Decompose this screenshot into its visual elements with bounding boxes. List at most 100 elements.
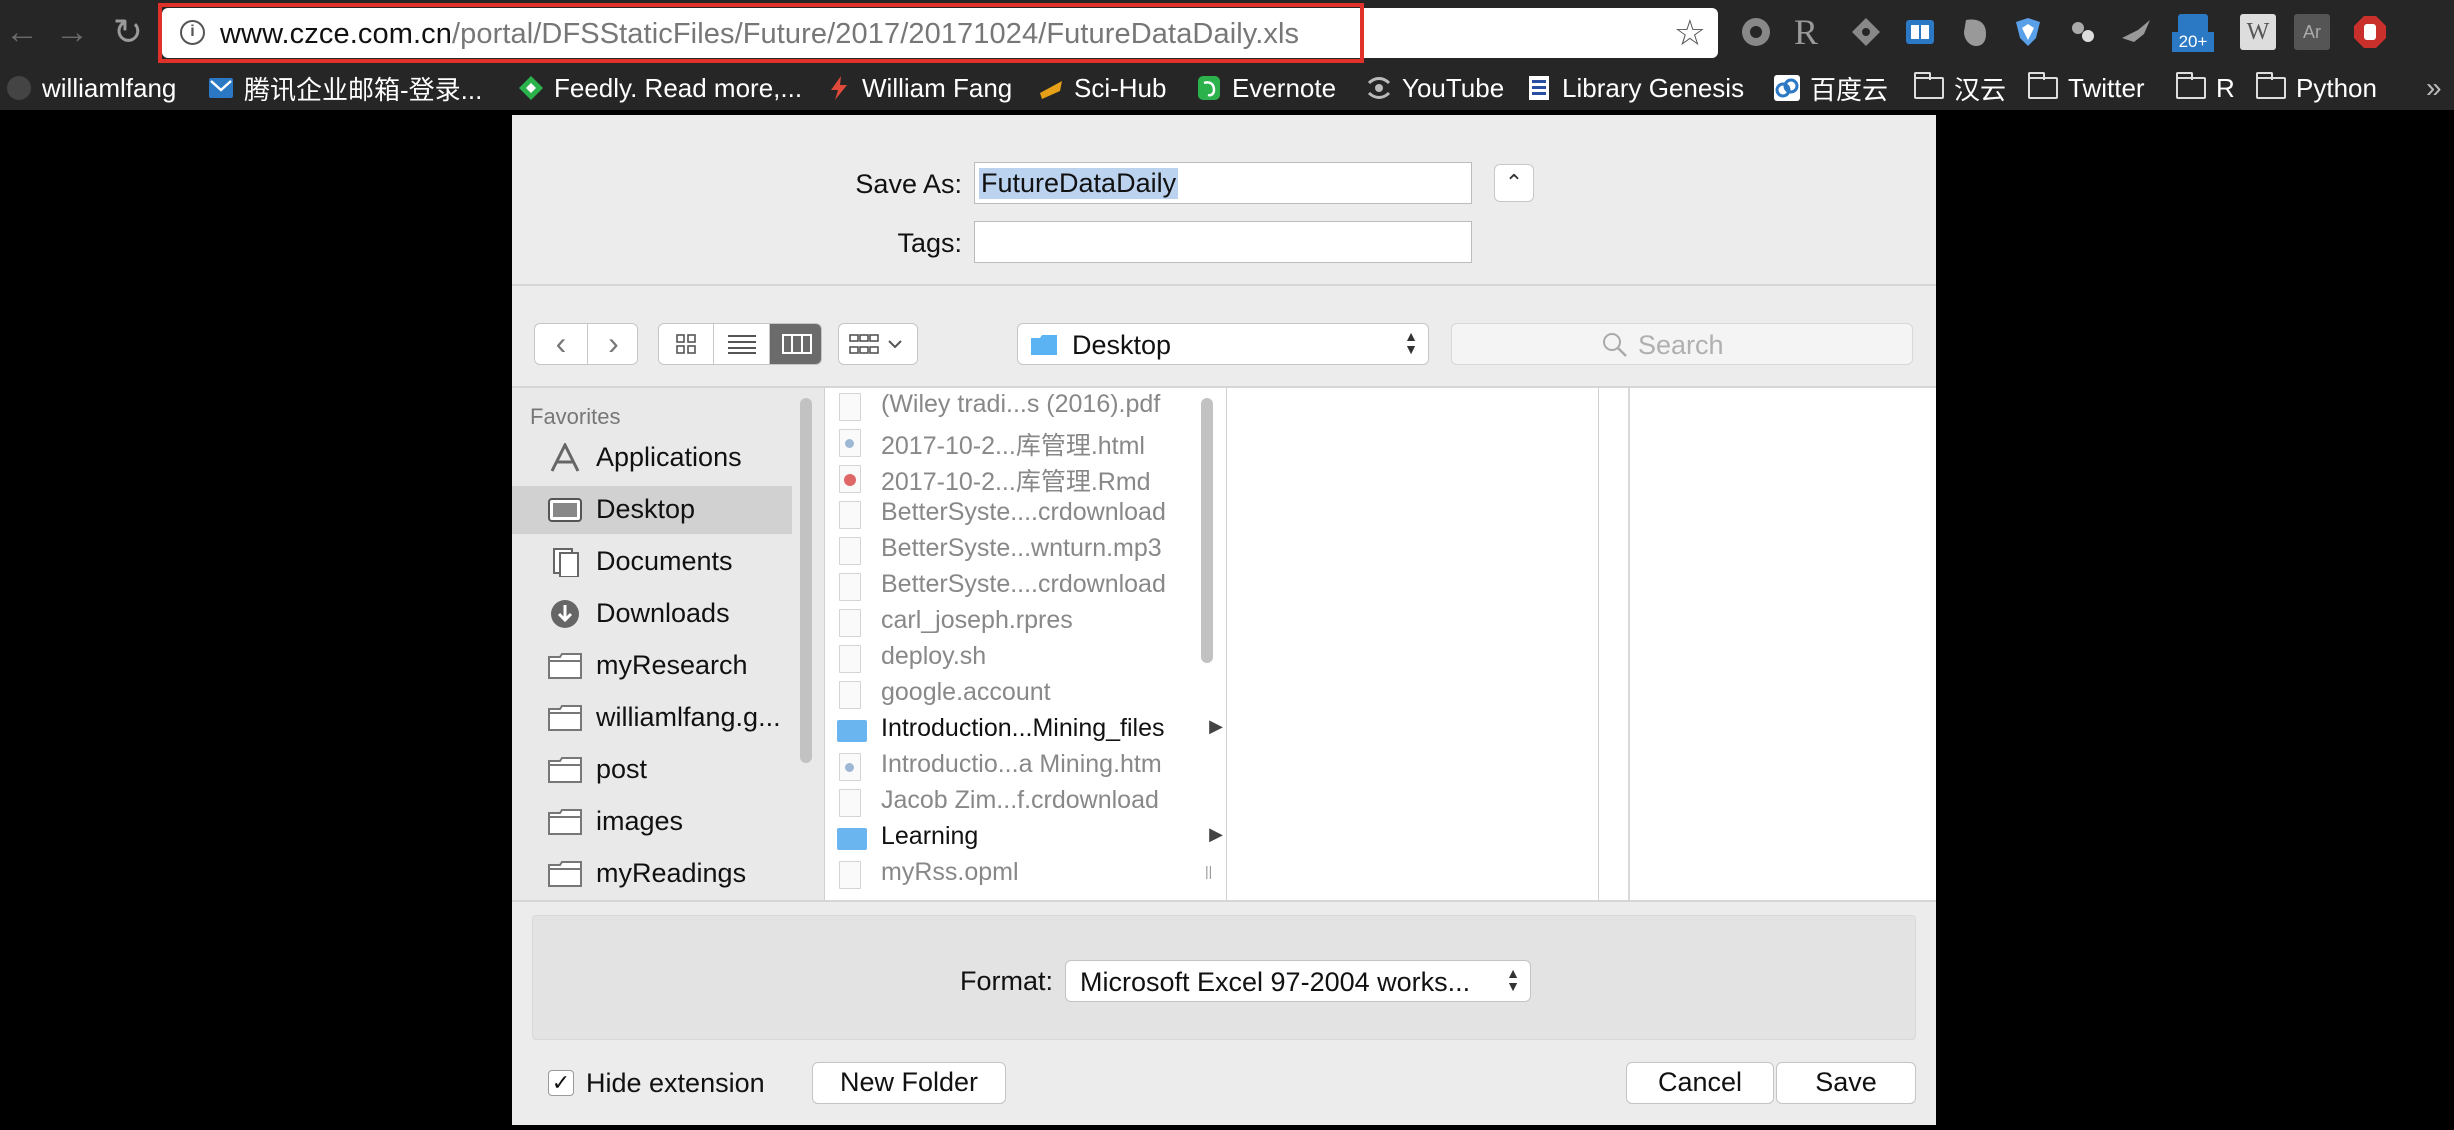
divider xyxy=(512,900,1936,902)
sidebar-item-desktop[interactable]: Desktop xyxy=(512,486,792,534)
file-name: 2017-10-2...库管理.html xyxy=(881,432,1145,460)
desktop-folder-icon xyxy=(1031,335,1057,355)
address-bar[interactable]: i www.czce.com.cn/portal/DFSStaticFiles/… xyxy=(162,8,1718,58)
sidebar-scrollbar[interactable] xyxy=(800,398,812,763)
extension-book-icon[interactable] xyxy=(1902,14,1938,50)
forward-icon[interactable]: → xyxy=(52,12,92,52)
bookmark-youtube[interactable]: YouTube xyxy=(1366,66,1504,110)
bookmark-william-fang[interactable]: William Fang xyxy=(826,66,1012,110)
column-resize-handle[interactable]: || xyxy=(1205,863,1212,879)
sidebar-item-myreadings[interactable]: myReadings xyxy=(512,850,792,898)
file-item[interactable]: (Wiley tradi...s (2016).pdf xyxy=(825,388,1205,424)
extension-r-icon[interactable]: R xyxy=(1794,14,1830,50)
save-as-label: Save As: xyxy=(855,169,962,199)
extension-people-icon[interactable] xyxy=(2064,14,2100,50)
pdf-file-icon xyxy=(839,393,861,421)
url-text[interactable]: www.czce.com.cn/portal/DFSStaticFiles/Fu… xyxy=(220,18,1299,51)
file-item[interactable]: deploy.sh xyxy=(825,640,1205,676)
bookmarks-overflow-chevron[interactable]: » xyxy=(2426,66,2442,110)
extension-badge-icon[interactable]: 20+ xyxy=(2172,14,2214,52)
sidebar-item-myresearch[interactable]: myResearch xyxy=(512,642,792,690)
bookmark-baidu-yun[interactable]: 百度云 xyxy=(1774,66,1888,110)
file-name: Jacob Zim...f.crdownload xyxy=(881,786,1159,814)
bookmark-tencent-mail[interactable]: 腾讯企业邮箱-登录... xyxy=(208,66,482,110)
column-view-icon[interactable] xyxy=(769,324,821,364)
file-column-scrollbar[interactable] xyxy=(1201,398,1213,663)
bookmark-williamlfang[interactable]: williamlfang xyxy=(6,66,176,110)
bookmark-label: Sci-Hub xyxy=(1074,72,1167,103)
folder-item[interactable]: Learning ▶ xyxy=(825,820,1223,856)
cancel-button[interactable]: Cancel xyxy=(1626,1062,1774,1104)
bookmark-feedly[interactable]: Feedly. Read more,... xyxy=(518,66,802,110)
extension-ar-icon[interactable]: Ar xyxy=(2294,14,2330,50)
script-file-icon xyxy=(839,645,861,673)
sidebar-item-images[interactable]: images xyxy=(512,798,792,846)
file-item[interactable]: BetterSyste....crdownload xyxy=(825,496,1205,532)
document-file-icon xyxy=(839,789,861,817)
view-mode-control xyxy=(658,323,822,365)
group-by-button[interactable] xyxy=(838,323,918,365)
applications-icon xyxy=(550,443,580,472)
adblock-extension-icon[interactable] xyxy=(2352,14,2388,50)
bookmark-star-icon[interactable]: ☆ xyxy=(1674,14,1706,52)
evernote-extension-icon[interactable] xyxy=(1956,14,1992,50)
bookmark-label: Twitter xyxy=(2068,72,2145,103)
hide-extension-checkbox[interactable]: ✓ xyxy=(548,1070,574,1096)
format-popup[interactable]: Microsoft Excel 97-2004 works... ▲ ▼ xyxy=(1065,960,1531,1002)
file-column-empty xyxy=(1226,388,1598,900)
folder-icon xyxy=(1913,72,1944,99)
sidebar-item-label: Desktop xyxy=(596,494,696,524)
back-icon[interactable]: ← xyxy=(2,12,42,52)
extension-bird-icon[interactable] xyxy=(2118,14,2154,50)
collapse-dialog-button[interactable]: ⌃ xyxy=(1494,164,1534,202)
file-name: Introduction...Mining_files xyxy=(881,714,1165,742)
file-item[interactable]: 2017-10-2...库管理.Rmd xyxy=(825,460,1205,496)
bookmark-library-genesis[interactable]: Library Genesis xyxy=(1526,66,1744,110)
extension-tag-icon[interactable] xyxy=(1848,14,1884,50)
bookmark-folder-twitter[interactable]: Twitter xyxy=(2027,66,2145,110)
folder-icon xyxy=(2175,72,2206,99)
bookmark-folder-hanyun[interactable]: 汉云 xyxy=(1913,66,2006,110)
bookmark-folder-r[interactable]: R xyxy=(2175,66,2235,110)
list-view-icon[interactable] xyxy=(713,324,769,364)
bookmark-sci-hub[interactable]: Sci-Hub xyxy=(1038,66,1166,110)
sidebar-item-applications[interactable]: Applications xyxy=(512,434,792,482)
file-item[interactable]: BetterSyste....crdownload xyxy=(825,568,1205,604)
hide-extension-label[interactable]: Hide extension xyxy=(586,1068,765,1099)
file-item[interactable]: Introductio...a Mining.htm xyxy=(825,748,1205,784)
url-path: /portal/DFSStaticFiles/Future/2017/20171… xyxy=(451,18,1300,50)
file-item[interactable]: BetterSyste...wnturn.mp3 xyxy=(825,532,1205,568)
sidebar-item-documents[interactable]: Documents xyxy=(512,538,792,586)
sidebar-item-williamlfang[interactable]: williamlfang.g... xyxy=(512,694,792,742)
file-item[interactable]: Jacob Zim...f.crdownload xyxy=(825,784,1205,820)
file-name: Learning xyxy=(881,822,979,850)
sidebar-item-post[interactable]: post xyxy=(512,746,792,794)
file-item[interactable]: myRss.opml xyxy=(825,856,1205,892)
bookmark-folder-python[interactable]: Python xyxy=(2255,66,2377,110)
bookmark-label: 百度云 xyxy=(1810,74,1889,105)
bookmark-label: Library Genesis xyxy=(1562,72,1745,103)
bookmark-evernote[interactable]: Evernote xyxy=(1196,66,1336,110)
html-file-icon xyxy=(839,429,861,457)
file-item[interactable]: google.account xyxy=(825,676,1205,712)
extension-shield-icon[interactable] xyxy=(2010,14,2046,50)
icon-view-icon[interactable] xyxy=(659,324,713,364)
folder-item[interactable]: Introduction...Mining_files ▶ xyxy=(825,712,1223,748)
file-item[interactable]: carl_joseph.rpres xyxy=(825,604,1205,640)
tags-label: Tags: xyxy=(897,228,962,258)
lightning-icon xyxy=(831,76,847,100)
back-chevron-icon[interactable]: ‹ xyxy=(535,324,587,364)
sidebar-item-downloads[interactable]: Downloads xyxy=(512,590,792,638)
extension-circle-icon[interactable] xyxy=(1738,14,1774,50)
forward-chevron-icon[interactable]: › xyxy=(587,324,637,364)
save-button[interactable]: Save xyxy=(1776,1062,1916,1104)
search-field[interactable]: Search xyxy=(1451,323,1913,365)
reload-icon[interactable]: ↻ xyxy=(108,12,148,52)
tags-field[interactable] xyxy=(974,221,1472,263)
location-popup[interactable]: Desktop ▲ ▼ xyxy=(1017,323,1429,365)
file-item[interactable]: 2017-10-2...库管理.html xyxy=(825,424,1205,460)
info-icon[interactable]: i xyxy=(180,20,205,45)
extension-w-icon[interactable]: W xyxy=(2240,14,2276,50)
new-folder-button[interactable]: New Folder xyxy=(812,1062,1006,1104)
save-as-field[interactable]: FutureDataDaily xyxy=(974,162,1472,204)
